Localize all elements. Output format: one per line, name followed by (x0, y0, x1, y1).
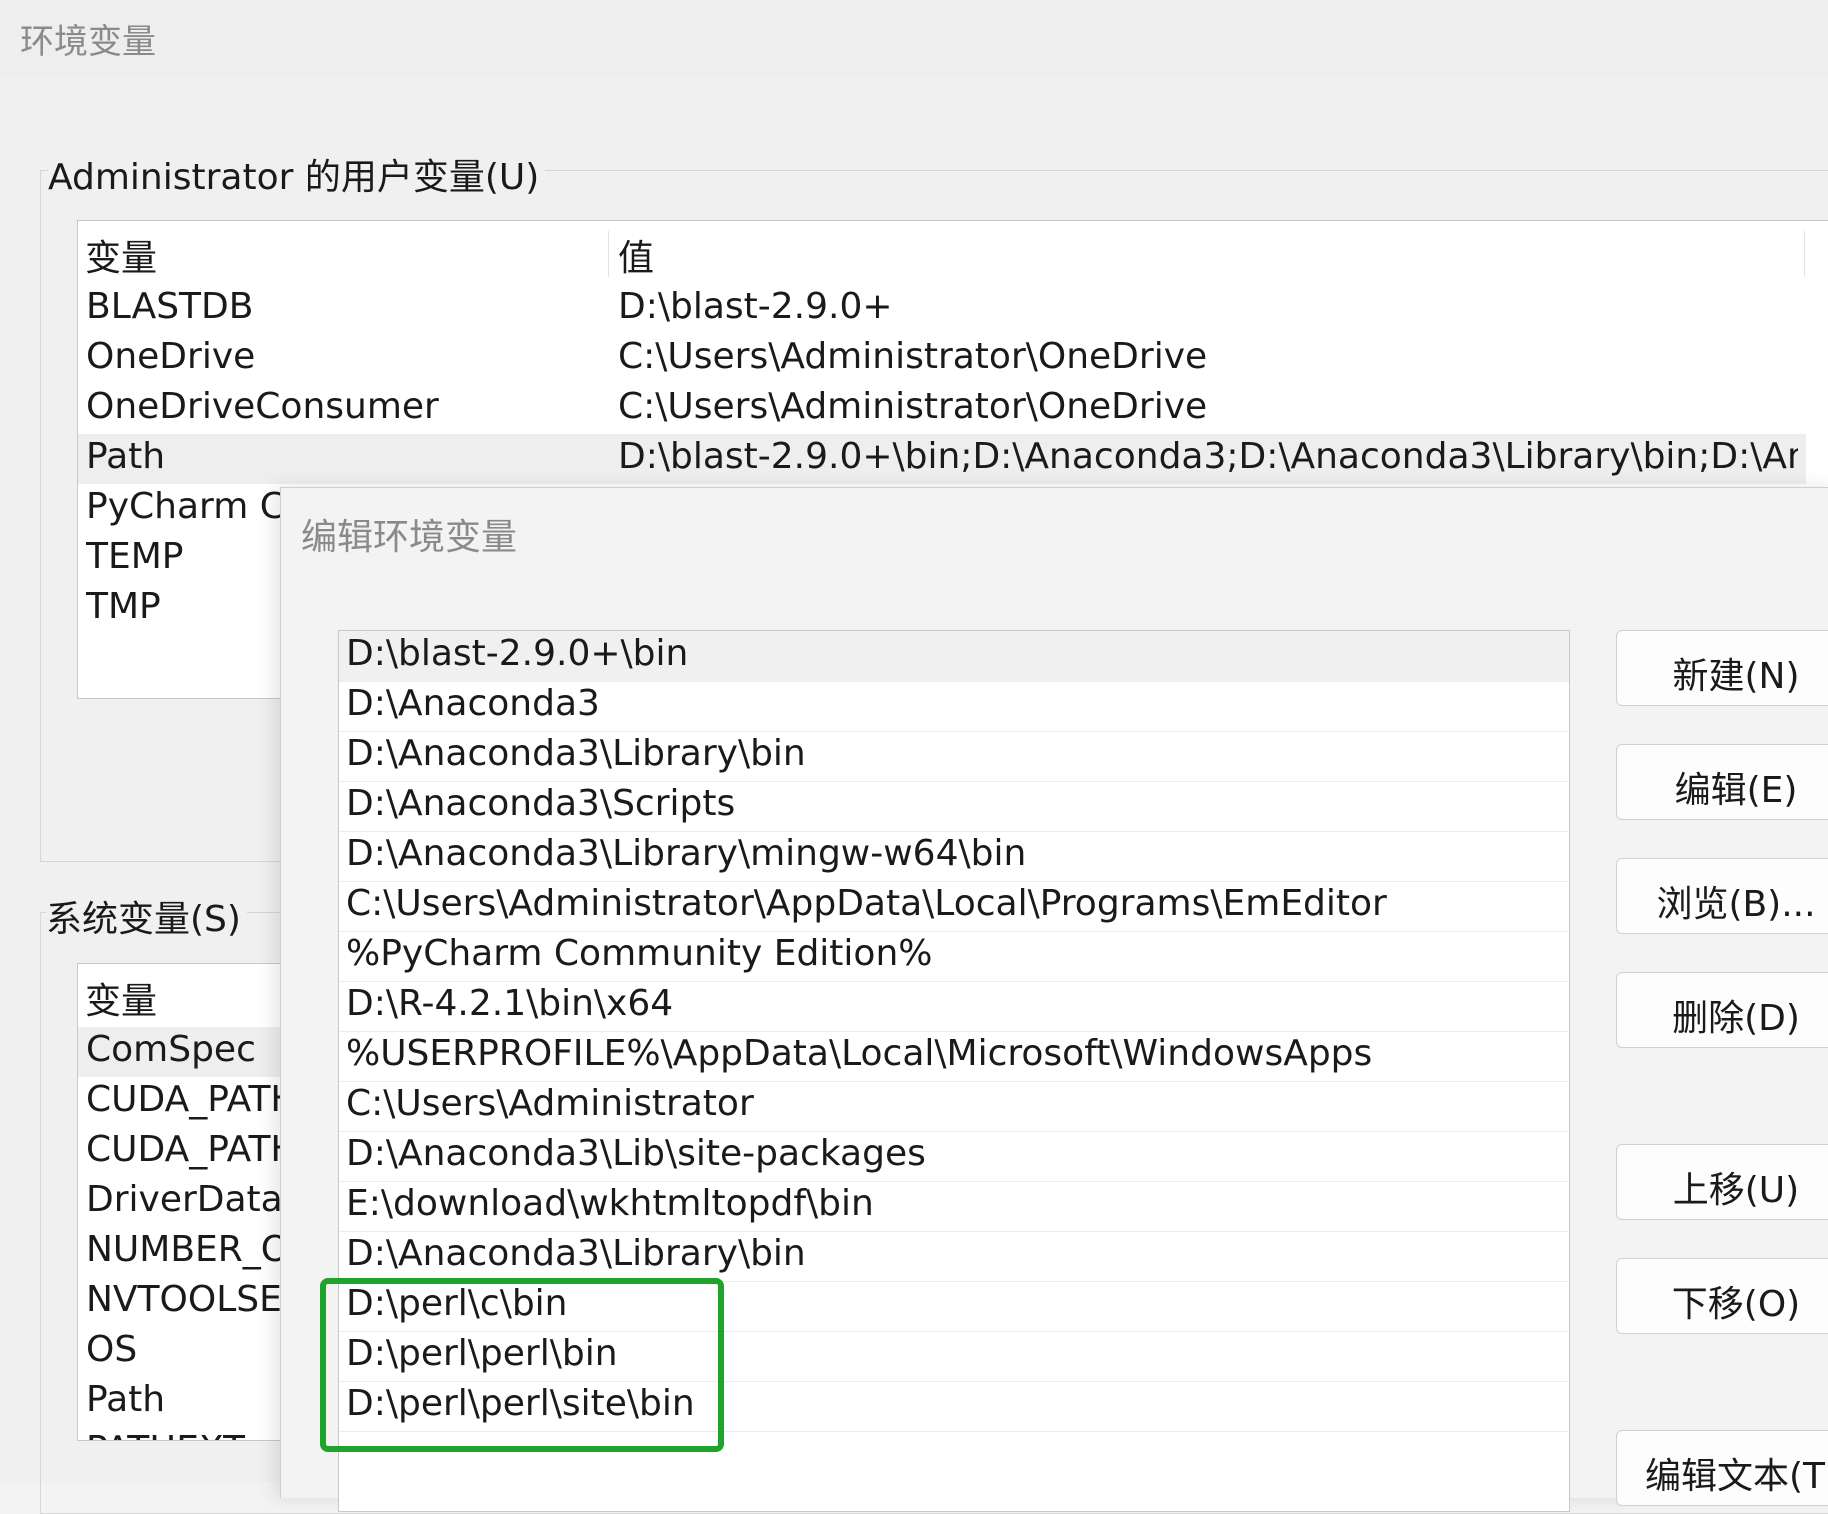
path-entry-text: D:\Anaconda3 (346, 683, 600, 724)
var-value: D:\blast-2.9.0+ (618, 286, 893, 327)
path-entry[interactable]: D:\Anaconda3 (339, 681, 1569, 732)
var-name: Path (86, 436, 166, 477)
path-entry[interactable]: D:\Anaconda3\Lib\site-packages (339, 1131, 1569, 1182)
path-entry-text: D:\Anaconda3\Library\bin (346, 733, 806, 774)
column-divider[interactable] (1804, 231, 1805, 277)
column-header-variable[interactable]: 变量 (85, 229, 157, 281)
var-name: NUMBER_O (86, 1229, 290, 1270)
var-name: ComSpec (86, 1029, 256, 1070)
path-entry-text: %PyCharm Community Edition% (346, 933, 933, 974)
edit-button[interactable]: 编辑(E) (1616, 744, 1828, 820)
table-row[interactable]: OneDriveConsumer C:\Users\Administrator\… (78, 384, 1828, 434)
browse-button[interactable]: 浏览(B)... (1616, 858, 1828, 934)
path-entry[interactable]: E:\download\wkhtmltopdf\bin (339, 1181, 1569, 1232)
var-value: C:\Users\Administrator\OneDrive (618, 386, 1208, 427)
user-vars-label: Administrator 的用户变量(U) (48, 148, 546, 200)
table-row[interactable]: OneDrive C:\Users\Administrator\OneDrive (78, 334, 1828, 384)
move-up-button-label: 上移(U) (1672, 1170, 1800, 1211)
var-name: OneDrive (86, 336, 256, 377)
var-name: BLASTDB (86, 286, 254, 327)
path-entry-text: D:\Anaconda3\Library\bin (346, 1233, 806, 1274)
table-row[interactable]: BLASTDB D:\blast-2.9.0+ (78, 284, 1828, 334)
path-entry-selected[interactable]: D:\blast-2.9.0+\bin (339, 631, 1569, 682)
path-entry-text: D:\R-4.2.1\bin\x64 (346, 983, 674, 1024)
path-entry[interactable]: D:\Anaconda3\Scripts (339, 781, 1569, 832)
path-entry-text: D:\Anaconda3\Lib\site-packages (346, 1133, 926, 1174)
var-name: PyCharm Co (86, 486, 307, 527)
edit-button-label: 编辑(E) (1674, 770, 1798, 811)
dialog-title: 编辑环境变量 (301, 517, 518, 558)
path-entry-text: D:\blast-2.9.0+\bin (346, 633, 689, 674)
path-entry[interactable]: %USERPROFILE%\AppData\Local\Microsoft\Wi… (339, 1031, 1569, 1082)
var-name: TEMP (86, 536, 184, 577)
path-entry[interactable]: %PyCharm Community Edition% (339, 931, 1569, 982)
column-header-value[interactable]: 值 (618, 229, 654, 281)
new-button[interactable]: 新建(N) (1616, 630, 1828, 706)
var-name: CUDA_PATH (86, 1129, 298, 1170)
user-vars-header: 变量 值 (78, 221, 1828, 279)
var-name: DriverData (86, 1179, 283, 1220)
var-name: OneDriveConsumer (86, 386, 439, 427)
path-entry-text: D:\Anaconda3\Scripts (346, 783, 736, 824)
var-name: NVTOOLSEX (86, 1279, 307, 1320)
var-value: C:\Users\Administrator\OneDrive (618, 336, 1208, 377)
new-button-label: 新建(N) (1672, 656, 1800, 697)
path-entry-text: E:\download\wkhtmltopdf\bin (346, 1183, 874, 1224)
path-entry-text: C:\Users\Administrator (346, 1083, 754, 1124)
path-entry-text: D:\Anaconda3\Library\mingw-w64\bin (346, 833, 1027, 874)
move-down-button-label: 下移(O) (1671, 1284, 1801, 1325)
var-value: D:\blast-2.9.0+\bin;D:\Anaconda3;D:\Anac… (618, 436, 1798, 477)
move-down-button[interactable]: 下移(O) (1616, 1258, 1828, 1334)
path-entry[interactable]: C:\Users\Administrator (339, 1081, 1569, 1132)
table-row-selected[interactable]: Path D:\blast-2.9.0+\bin;D:\Anaconda3;D:… (78, 434, 1806, 484)
column-header-variable[interactable]: 变量 (85, 972, 157, 1024)
var-name: Path (86, 1379, 166, 1420)
var-name: OS (86, 1329, 138, 1370)
path-entry[interactable]: D:\R-4.2.1\bin\x64 (339, 981, 1569, 1032)
column-divider[interactable] (608, 231, 609, 277)
path-entry[interactable]: D:\Anaconda3\Library\bin (339, 1231, 1569, 1282)
delete-button[interactable]: 删除(D) (1616, 972, 1828, 1048)
var-name: CUDA_PATH (86, 1079, 298, 1120)
delete-button-label: 删除(D) (1672, 998, 1800, 1039)
path-entry[interactable]: C:\Users\Administrator\AppData\Local\Pro… (339, 881, 1569, 932)
edit-text-button[interactable]: 编辑文本(T)... (1616, 1430, 1828, 1506)
path-entry[interactable]: D:\Anaconda3\Library\bin (339, 731, 1569, 782)
window-titlebar[interactable]: 环境变量 (0, 0, 1828, 78)
system-vars-label: 系统变量(S) (46, 890, 247, 942)
path-entry-text: C:\Users\Administrator\AppData\Local\Pro… (346, 883, 1387, 924)
highlight-box-perl-entries (320, 1278, 724, 1452)
path-entry[interactable]: D:\Anaconda3\Library\mingw-w64\bin (339, 831, 1569, 882)
var-name: PATHEXT (86, 1429, 245, 1440)
browse-button-label: 浏览(B)... (1656, 884, 1816, 925)
var-name: TMP (86, 586, 161, 627)
path-entry-text: %USERPROFILE%\AppData\Local\Microsoft\Wi… (346, 1033, 1373, 1074)
edit-text-button-label: 编辑文本(T)... (1645, 1456, 1828, 1497)
move-up-button[interactable]: 上移(U) (1616, 1144, 1828, 1220)
window-title: 环境变量 (20, 22, 156, 62)
